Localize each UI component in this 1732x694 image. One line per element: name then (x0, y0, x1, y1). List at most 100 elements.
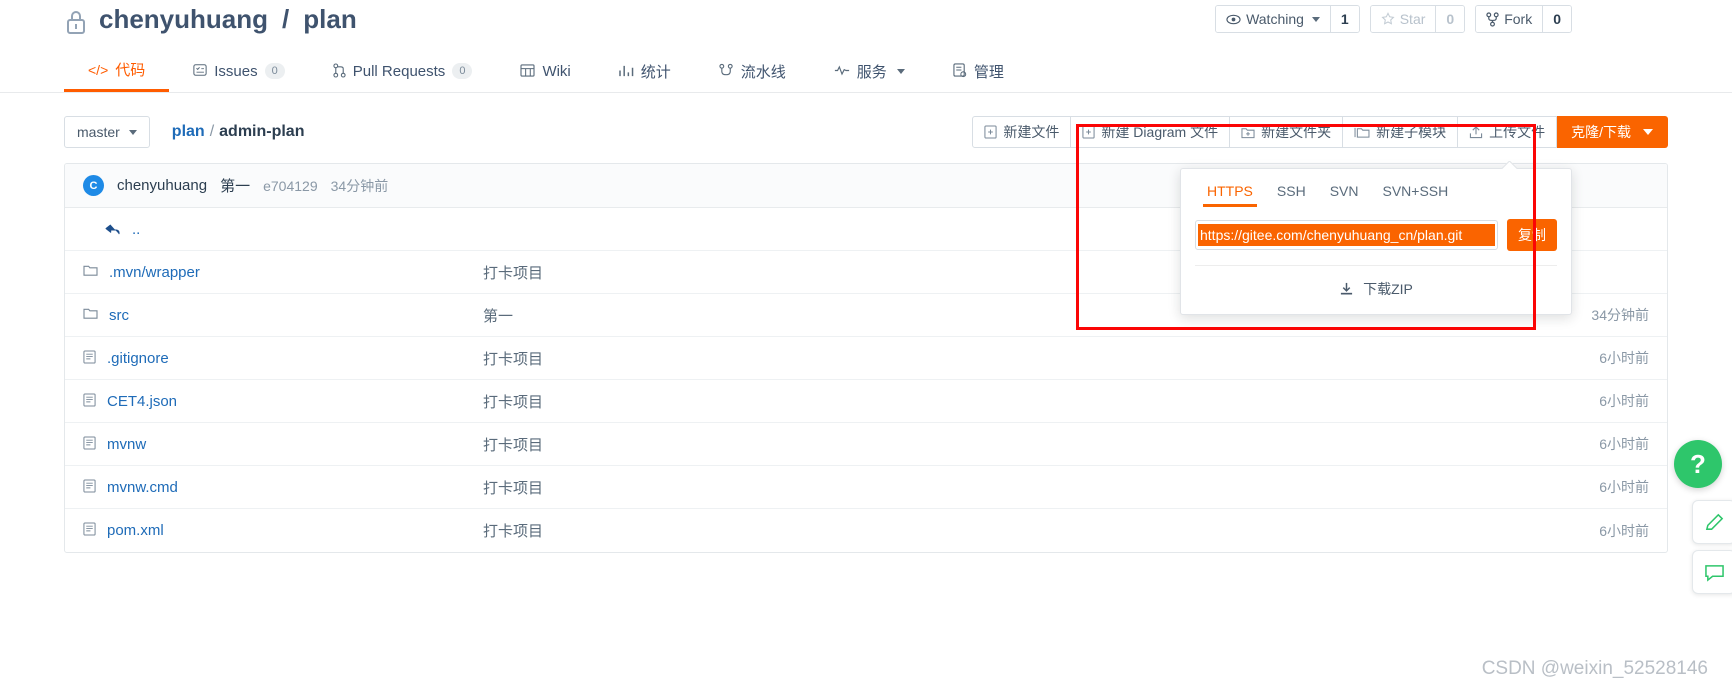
file-name-cell[interactable]: mvnw.cmd (83, 479, 483, 496)
folder-icon (83, 264, 98, 280)
file-icon (83, 349, 96, 367)
tab-code[interactable]: </> 代码 (64, 50, 170, 92)
tab-pull-requests[interactable]: Pull Requests 0 (309, 50, 497, 92)
branch-selector[interactable]: master (64, 116, 150, 148)
repo-name[interactable]: plan (303, 4, 356, 35)
tab-pipeline[interactable]: 流水线 (695, 50, 810, 92)
watch-button[interactable]: Watching (1216, 6, 1330, 32)
code-icon: </> (88, 61, 109, 78)
file-name-cell[interactable]: .gitignore (83, 350, 483, 367)
new-file-icon (984, 125, 998, 139)
fork-label: Fork (1504, 11, 1533, 27)
table-row[interactable]: mvnw 打卡项目 6小时前 (65, 423, 1667, 466)
parent-directory-link[interactable]: .. (83, 221, 483, 238)
star-button-group[interactable]: Star 0 (1369, 5, 1466, 33)
star-button[interactable]: Star (1370, 6, 1436, 32)
tab-pull-requests-badge: 0 (452, 63, 473, 79)
page-root: chenyuhuang / plan Watching 1 Star 0 For… (0, 0, 1732, 694)
tab-manage[interactable]: 管理 (929, 50, 1028, 92)
clone-tab-svn[interactable]: SVN (1318, 179, 1371, 207)
table-row[interactable]: pom.xml 打卡项目 6小时前 (65, 509, 1667, 552)
table-row[interactable]: .gitignore 打卡项目 6小时前 (65, 337, 1667, 380)
watermark: CSDN @weixin_52528146 (1481, 658, 1708, 679)
clone-download-button[interactable]: 克隆/下载 (1557, 116, 1668, 148)
new-folder-icon (1241, 127, 1255, 138)
help-floating-button[interactable]: ? (1674, 440, 1722, 488)
tab-issues-badge: 0 (264, 63, 285, 79)
avatar[interactable]: C (83, 175, 104, 196)
file-commit-time: 6小时前 (1599, 436, 1649, 452)
file-name-cell[interactable]: pom.xml (83, 522, 483, 539)
fork-button-group[interactable]: Fork 0 (1475, 5, 1572, 33)
file-icon (83, 522, 96, 539)
tab-pipeline-label: 流水线 (740, 63, 786, 81)
clone-tab-ssh[interactable]: SSH (1265, 179, 1318, 207)
breadcrumb-root[interactable]: plan (172, 123, 205, 141)
file-name: mvnw.cmd (107, 478, 178, 496)
toolbar-actions: 新建文件 新建 Diagram 文件 新建文件夹 新建子模块 上传文件 克隆/下… (972, 116, 1668, 148)
fork-button[interactable]: Fork (1476, 6, 1543, 32)
new-submodule-icon (1354, 127, 1370, 138)
table-row[interactable]: mvnw.cmd 打卡项目 6小时前 (65, 466, 1667, 509)
tab-wiki[interactable]: Wiki (496, 50, 594, 92)
commit-sha[interactable]: e704129 (263, 178, 318, 194)
clone-protocol-tabs: HTTPS SSH SVN SVN+SSH (1181, 169, 1571, 207)
fork-count[interactable]: 0 (1542, 6, 1571, 32)
tab-pull-requests-label: Pull Requests (352, 62, 446, 80)
tab-statistics[interactable]: 统计 (595, 50, 695, 92)
file-name-cell[interactable]: .mvn/wrapper (83, 264, 483, 281)
upload-file-button[interactable]: 上传文件 (1458, 116, 1558, 148)
service-icon (834, 64, 850, 78)
file-name: .gitignore (107, 349, 169, 367)
chat-icon (1704, 564, 1724, 582)
header-actions: Watching 1 Star 0 Fork 0 (1215, 5, 1572, 33)
copy-button[interactable]: 复制 (1507, 219, 1557, 251)
lock-icon (64, 9, 88, 35)
issues-icon (193, 63, 207, 79)
table-row[interactable]: CET4.json 打卡项目 6小时前 (65, 380, 1667, 423)
file-commit-message: 打卡项目 (483, 479, 544, 497)
file-name-cell[interactable]: src (83, 307, 483, 324)
repo-toolbar: master plan / admin-plan 新建文件 新建 Diagram… (64, 115, 1668, 149)
file-commit-time: 6小时前 (1599, 522, 1649, 539)
commit-time: 34分钟前 (330, 177, 389, 194)
download-zip-button[interactable]: 下载ZIP (1181, 266, 1571, 314)
clone-url-row: https://gitee.com/chenyuhuang_cn/plan.gi… (1181, 207, 1571, 251)
new-diagram-file-button[interactable]: 新建 Diagram 文件 (1071, 116, 1231, 148)
clone-dropdown-panel: HTTPS SSH SVN SVN+SSH https://gitee.com/… (1180, 168, 1572, 315)
manage-icon (953, 62, 967, 80)
clone-tab-svn-ssh[interactable]: SVN+SSH (1370, 179, 1460, 207)
file-icon (83, 392, 96, 410)
chevron-down-icon (1643, 129, 1653, 135)
new-submodule-button[interactable]: 新建子模块 (1343, 116, 1459, 148)
clone-tab-https[interactable]: HTTPS (1195, 179, 1265, 207)
tab-code-label: 代码 (115, 62, 146, 79)
file-name-cell[interactable]: CET4.json (83, 393, 483, 410)
commit-message[interactable]: 第一 (220, 175, 250, 196)
file-commit-time: 6小时前 (1599, 350, 1649, 366)
edit-icon (1705, 513, 1723, 530)
star-count[interactable]: 0 (1435, 6, 1465, 32)
page-title: chenyuhuang / plan (64, 4, 357, 35)
upload-icon (1469, 125, 1483, 138)
chat-floating-button[interactable] (1692, 550, 1732, 594)
parent-directory-label: .. (132, 220, 141, 238)
commit-author[interactable]: chenyuhuang (117, 177, 207, 194)
clone-url-input[interactable]: https://gitee.com/chenyuhuang_cn/plan.gi… (1195, 220, 1498, 250)
tab-issues[interactable]: Issues 0 (169, 50, 308, 92)
download-zip-label: 下载ZIP (1363, 281, 1413, 297)
tab-statistics-label: 统计 (640, 63, 671, 81)
tab-service[interactable]: 服务 (810, 50, 929, 92)
watch-button-group[interactable]: Watching 1 (1215, 5, 1360, 33)
tab-service-label: 服务 (856, 63, 887, 81)
feedback-floating-button[interactable] (1692, 500, 1732, 544)
repo-title-separator: / (282, 4, 290, 34)
file-commit-message: 打卡项目 (483, 523, 544, 540)
repo-owner[interactable]: chenyuhuang (99, 4, 268, 35)
new-file-button[interactable]: 新建文件 (972, 116, 1072, 148)
watch-count[interactable]: 1 (1329, 6, 1359, 32)
clone-url-value: https://gitee.com/chenyuhuang_cn/plan.gi… (1198, 224, 1495, 246)
file-name-cell[interactable]: mvnw (83, 436, 483, 453)
arrow-up-icon (105, 223, 120, 234)
new-folder-button[interactable]: 新建文件夹 (1230, 116, 1344, 148)
